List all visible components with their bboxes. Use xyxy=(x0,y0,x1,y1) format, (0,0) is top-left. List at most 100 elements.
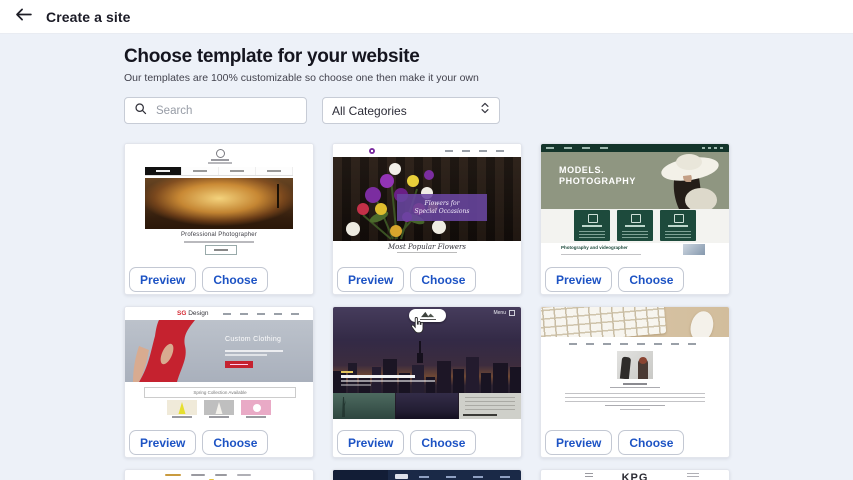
arrow-left-icon xyxy=(15,8,32,26)
floral-logo: ​ xyxy=(369,148,378,154)
template-card-tabbed xyxy=(124,469,314,480)
section-heading: Choose template for your website xyxy=(124,46,420,68)
sketch-photo xyxy=(459,393,521,419)
card-actions: Preview Choose xyxy=(337,430,476,455)
preview-button[interactable]: Preview xyxy=(129,267,196,292)
photo-icon xyxy=(631,214,641,223)
page-title: Create a site xyxy=(46,9,131,25)
feature-boxes xyxy=(541,209,729,243)
gallery-strip xyxy=(333,393,521,419)
choose-button[interactable]: Choose xyxy=(618,267,684,292)
city-skyline xyxy=(333,355,521,393)
preview-button[interactable]: Preview xyxy=(545,430,612,455)
mini-footer: Most Popular Flowers xyxy=(333,241,521,256)
video-icon xyxy=(674,214,684,223)
feature-box xyxy=(660,210,696,241)
mini-nav-right xyxy=(687,473,699,478)
section-subheading: Our templates are 100% customizable so c… xyxy=(124,72,479,84)
template-thumbnail-city-night[interactable]: Menu xyxy=(333,307,521,419)
feature-box xyxy=(574,210,610,241)
mini-header: SG Design xyxy=(125,307,313,320)
template-thumbnail-models-photography[interactable]: MODELS. PHOTOGRAPHY Photography and vide… xyxy=(541,144,729,256)
woman-with-hat-illustration xyxy=(649,152,729,209)
mini-tabs xyxy=(165,474,251,476)
mini-nav xyxy=(445,150,513,152)
template-thumbnail-tabbed[interactable] xyxy=(125,470,313,480)
mini-site-title: Professional Photographer xyxy=(125,232,313,238)
mini-section: Photography and videographer xyxy=(541,243,729,256)
template-card-floral-shop: ​ xyxy=(332,143,522,295)
mouse-illustration xyxy=(688,309,717,337)
flower-icon xyxy=(369,148,375,154)
kpg-logo: KPG xyxy=(541,472,729,480)
feature-box xyxy=(617,210,653,241)
mini-menu: Menu xyxy=(493,310,515,316)
template-card-navy xyxy=(332,469,522,480)
template-thumbnail-sg-design[interactable]: SG Design Custom Clothing Spring Collect… xyxy=(125,307,313,419)
product-photo xyxy=(204,400,234,415)
product-thumbnails xyxy=(125,400,313,415)
tulip-hero-photo: Flowers for Special Occasions xyxy=(333,157,521,241)
menu-icon xyxy=(509,310,515,316)
card-actions: Preview Choose xyxy=(545,267,684,292)
mini-nav xyxy=(223,313,307,315)
card-actions: Preview Choose xyxy=(337,267,476,292)
preview-button[interactable]: Preview xyxy=(129,430,196,455)
card-actions: Preview Choose xyxy=(129,430,268,455)
category-selected-value: All Categories xyxy=(332,104,407,118)
topbar: Create a site xyxy=(0,0,853,34)
mini-nav xyxy=(541,144,729,152)
choose-button[interactable]: Choose xyxy=(202,267,268,292)
create-site-screen: Create a site Choose template for your w… xyxy=(0,0,853,480)
mountains-icon xyxy=(419,311,437,318)
choose-button[interactable]: Choose xyxy=(202,430,268,455)
template-card-professional-photographer: Professional Photographer Preview Choose xyxy=(124,143,314,295)
hero-title: Custom Clothing xyxy=(225,336,281,343)
mini-cta-button xyxy=(225,361,253,368)
template-thumbnail-kpg[interactable]: KPG xyxy=(541,470,729,480)
mini-photo xyxy=(683,244,705,255)
hero-banner: Flowers for Special Occasions xyxy=(397,194,487,221)
search-input[interactable] xyxy=(154,104,312,118)
keyboard-banner-photo xyxy=(541,307,729,337)
night-sky-photo xyxy=(396,393,458,419)
fashion-hero: Custom Clothing xyxy=(125,320,313,382)
template-card-kpg: KPG xyxy=(540,469,730,480)
models-hero: MODELS. PHOTOGRAPHY xyxy=(541,152,729,209)
product-photo xyxy=(167,400,197,415)
template-thumbnail-minimal-studio[interactable] xyxy=(541,307,729,419)
sg-design-logo: SG Design xyxy=(177,310,208,317)
keyboard-illustration xyxy=(541,307,666,337)
choose-button[interactable]: Choose xyxy=(410,267,476,292)
statue-photo xyxy=(333,393,395,419)
template-card-city-night: Menu Preview Choose xyxy=(332,306,522,458)
template-thumbnail-professional-photographer[interactable]: Professional Photographer xyxy=(125,144,313,256)
chevron-up-down-icon xyxy=(480,101,490,120)
mini-button xyxy=(205,245,237,255)
mini-logo xyxy=(395,474,408,479)
hero-title: MODELS. PHOTOGRAPHY xyxy=(559,165,636,187)
product-captions xyxy=(125,416,313,418)
template-card-sg-design: SG Design Custom Clothing Spring Collect… xyxy=(124,306,314,458)
preview-button[interactable]: Preview xyxy=(337,430,404,455)
template-grid: Professional Photographer Preview Choose… xyxy=(124,143,730,480)
template-thumbnail-floral-shop[interactable]: ​ xyxy=(333,144,521,256)
choose-button[interactable]: Choose xyxy=(618,430,684,455)
tower-spire xyxy=(419,341,421,361)
office-photo xyxy=(617,351,653,379)
search-icon xyxy=(134,102,147,120)
card-actions: Preview Choose xyxy=(129,267,268,292)
search-box[interactable] xyxy=(124,97,307,124)
choose-button[interactable]: Choose xyxy=(410,430,476,455)
preview-button[interactable]: Preview xyxy=(337,267,404,292)
preview-button[interactable]: Preview xyxy=(545,267,612,292)
category-dropdown[interactable]: All Categories xyxy=(322,97,500,124)
mini-nav xyxy=(419,476,515,478)
collection-strip: Spring Collection Available xyxy=(144,387,296,398)
mini-logo-icon xyxy=(216,149,225,158)
mini-sidebar xyxy=(333,470,388,480)
template-thumbnail-navy[interactable] xyxy=(333,470,521,480)
mini-header: ​ xyxy=(333,144,521,157)
back-button[interactable] xyxy=(12,6,34,28)
site-logo-badge xyxy=(409,309,446,322)
